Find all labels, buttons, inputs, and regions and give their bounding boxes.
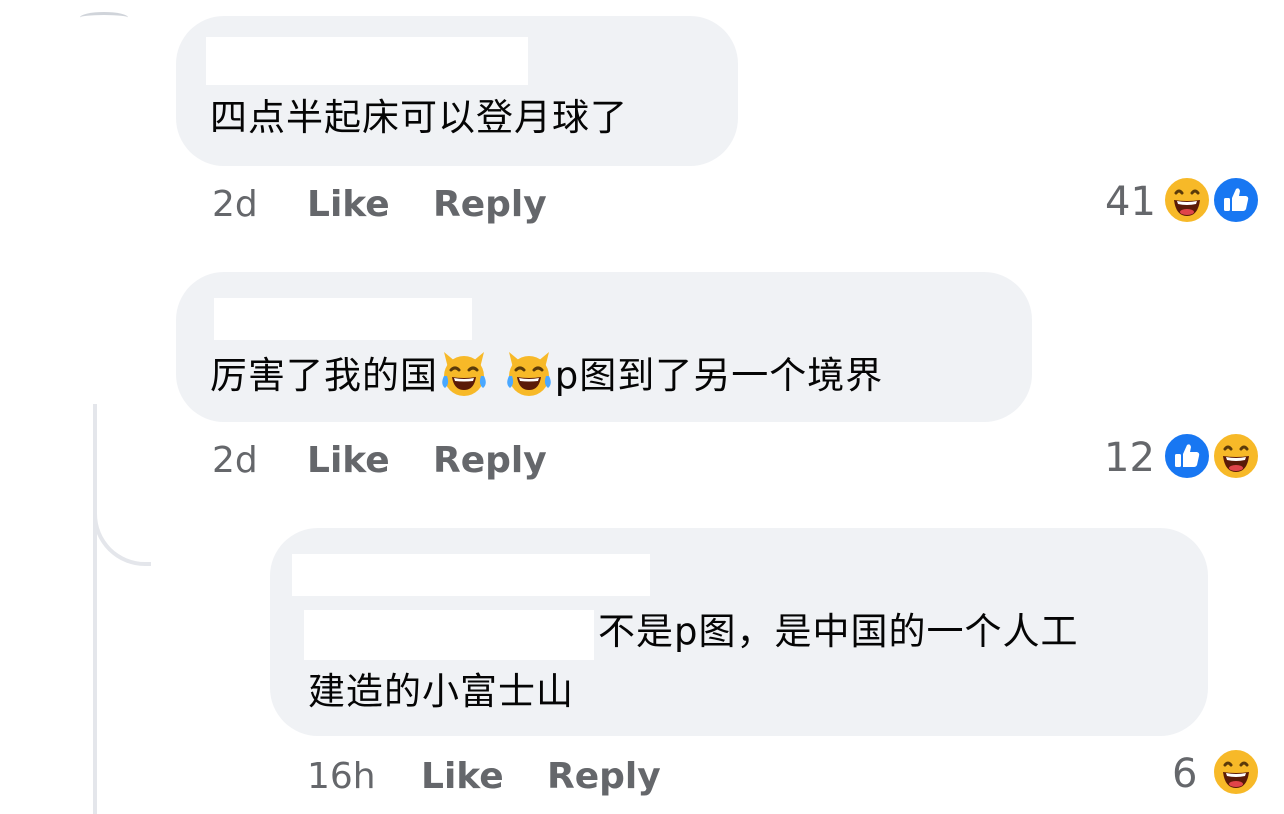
like-icon[interactable] xyxy=(1212,176,1260,224)
comment-meta-2: 2d Like Reply xyxy=(212,439,612,483)
reply-button[interactable]: Reply xyxy=(433,183,547,227)
comment-bubble-2: 厉害了我的国 p图到了另一个境界 xyxy=(176,272,1032,422)
reply-button[interactable]: Reply xyxy=(433,439,547,483)
reply-bubble: 不是p图，是中国的一个人工 建造的小富士山 xyxy=(270,528,1208,736)
redacted-author-name xyxy=(292,554,650,596)
cat-tears-of-joy-icon xyxy=(503,346,555,398)
haha-icon[interactable] xyxy=(1163,176,1211,224)
comment-text-part: 厉害了我的国 xyxy=(210,354,438,397)
redacted-author-name xyxy=(206,37,528,85)
reaction-count[interactable]: 6 xyxy=(1172,752,1197,796)
reaction-count[interactable]: 12 xyxy=(1104,436,1155,480)
haha-icon[interactable] xyxy=(1212,748,1260,796)
reply-button[interactable]: Reply xyxy=(547,755,661,799)
like-button[interactable]: Like xyxy=(307,183,390,227)
haha-icon[interactable] xyxy=(1212,432,1260,480)
comment-text-line2: 建造的小富士山 xyxy=(308,670,574,713)
redacted-mention xyxy=(304,610,594,660)
cat-tears-of-joy-icon xyxy=(438,346,490,398)
comment-text: 四点半起床可以登月球了 xyxy=(210,96,628,139)
comment-meta-3: 16h Like Reply xyxy=(307,755,707,799)
like-button[interactable]: Like xyxy=(421,755,504,799)
avatar-edge xyxy=(80,12,128,23)
thread-line xyxy=(93,404,97,814)
comment-text-part: p图到了另一个境界 xyxy=(554,354,884,397)
comment-bubble-1: 四点半起床可以登月球了 xyxy=(176,16,738,166)
like-icon[interactable] xyxy=(1163,432,1211,480)
comment-timestamp[interactable]: 16h xyxy=(307,755,376,799)
redacted-author-name xyxy=(214,298,472,340)
comment-timestamp[interactable]: 2d xyxy=(212,439,258,483)
like-button[interactable]: Like xyxy=(307,439,390,483)
comment-text: 厉害了我的国 p图到了另一个境界 xyxy=(210,346,883,404)
comment-text-line1: 不是p图，是中国的一个人工 xyxy=(598,610,1079,653)
reply-connector xyxy=(93,480,151,566)
comment-meta-1: 2d Like Reply xyxy=(212,183,612,227)
reaction-count[interactable]: 41 xyxy=(1105,180,1156,224)
comment-timestamp[interactable]: 2d xyxy=(212,183,258,227)
